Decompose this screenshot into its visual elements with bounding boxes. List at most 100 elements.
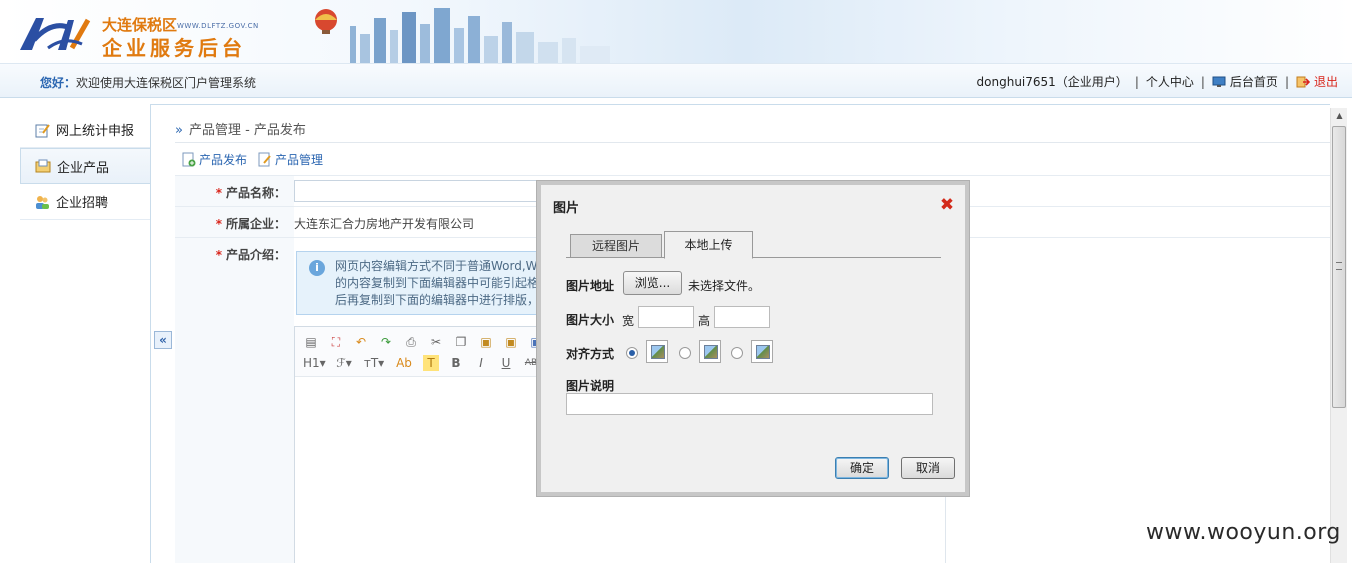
align-center-image-icon [699, 340, 721, 363]
dialog-tabs: 远程图片 本地上传 [566, 230, 941, 259]
people-icon [36, 195, 49, 209]
scroll-thumb[interactable] [1332, 126, 1346, 408]
add-page-icon [182, 152, 196, 167]
sidebar-item-label: 企业产品 [57, 160, 110, 176]
height-input[interactable] [714, 306, 770, 328]
manage-product-label: 产品管理 [275, 153, 324, 167]
font-family-dropdown[interactable]: ℱ▾ [334, 355, 354, 371]
dialog-title: 图片 [553, 201, 580, 216]
breadcrumb-arrow-icon: » [175, 123, 183, 138]
cancel-button[interactable]: 取消 [901, 457, 955, 479]
heading-dropdown[interactable]: H1▾ [303, 355, 326, 371]
tip-line: 后再复制到下面的编辑器中进行排版，若 [335, 293, 551, 307]
separator: | [1200, 74, 1205, 89]
align-label: 对齐方式 [566, 347, 615, 361]
edit-report-icon [35, 123, 50, 137]
browse-button[interactable]: 浏览... [623, 271, 682, 295]
product-name-label: * 产品名称： [175, 176, 294, 206]
welcome-bar: 您好：欢迎使用大连保税区门户管理系统 donghui7651（企业用户） | 个… [0, 64, 1352, 98]
bold-button[interactable]: B [448, 355, 464, 371]
manage-product-link[interactable]: 产品管理 [257, 151, 323, 168]
width-input[interactable] [638, 306, 694, 328]
user-menu: donghui7651（企业用户） | 个人中心 | 后台首页 | 退出 [977, 73, 1338, 90]
image-desc-input[interactable] [566, 393, 933, 415]
align-right-radio[interactable] [731, 347, 743, 359]
required-mark: * [215, 186, 222, 200]
cut-icon[interactable]: ✂ [428, 334, 444, 350]
username-label: donghui7651（企业用户） [976, 75, 1128, 89]
image-desc-label: 图片说明 [566, 379, 615, 393]
logout-link[interactable]: 退出 [1314, 73, 1338, 90]
page-scrollbar[interactable]: ▲ [1330, 108, 1347, 563]
logo-title-backend: 企业服务后台 [102, 36, 246, 60]
scroll-grip [1336, 262, 1342, 270]
font-size-dropdown[interactable]: тT▾ [363, 355, 385, 371]
sidebar: 网上统计申报 企业产品 企业招聘 [20, 112, 151, 220]
height-label: 高 [698, 314, 711, 328]
italic-button[interactable]: I [473, 355, 489, 371]
fullscreen-icon[interactable]: ⛶ [328, 334, 344, 350]
image-dialog: 图片 ✖ 远程图片 本地上传 图片地址 浏览... 未选择文件。 图片大小 宽 … [537, 181, 969, 496]
company-label-text: 所属企业： [225, 217, 286, 231]
required-mark: * [215, 217, 222, 231]
dlftz-logo-icon [20, 18, 91, 50]
welcome-message: 您好：欢迎使用大连保税区门户管理系统 [40, 74, 256, 91]
watermark: www.wooyun.org [1146, 520, 1341, 545]
breadcrumb: » 产品管理 - 产品发布 [175, 119, 306, 138]
info-icon: i [309, 260, 325, 276]
editor-tip-box: i 网页内容编辑方式不同于普通Word,Wp 的内容复制到下面编辑器中可能引起格… [296, 251, 551, 315]
tab-remote-image[interactable]: 远程图片 [570, 234, 662, 258]
action-links: 产品发布 产品管理 [181, 151, 323, 168]
publish-product-label: 产品发布 [199, 153, 248, 167]
tip-line: 网页内容编辑方式不同于普通Word,Wp [335, 259, 546, 273]
divider [175, 142, 1330, 143]
intro-label: * 产品介绍： [175, 238, 294, 563]
paste-icon[interactable]: ▣ [478, 334, 494, 350]
separator: | [1284, 74, 1289, 89]
publish-product-link[interactable]: 产品发布 [181, 151, 247, 168]
separator: | [1134, 74, 1139, 89]
product-folder-icon [35, 159, 51, 173]
city-skyline-image [315, 8, 610, 63]
company-label: * 所属企业： [175, 207, 294, 237]
print-icon[interactable]: ⎙ [403, 334, 419, 350]
breadcrumb-text: 产品管理 - 产品发布 [188, 123, 306, 138]
logout-icon [1296, 76, 1310, 87]
monitor-icon [1212, 76, 1226, 87]
sidebar-item-stat-report[interactable]: 网上统计申报 [20, 112, 151, 148]
underline-button[interactable]: U [498, 355, 514, 371]
align-left-radio[interactable] [626, 347, 638, 359]
greet-hello: 您好： [40, 76, 77, 90]
align-left-image-icon [646, 340, 668, 363]
no-file-text: 未选择文件。 [688, 279, 761, 293]
scroll-up-arrow-icon[interactable]: ▲ [1331, 108, 1348, 124]
align-center-radio[interactable] [679, 347, 691, 359]
align-right-image-icon [751, 340, 773, 363]
paste-text-icon[interactable]: ▣ [503, 334, 519, 350]
close-icon[interactable]: ✖ [939, 197, 955, 214]
tip-line: 的内容复制到下面编辑器中可能引起格式 [335, 276, 551, 290]
copy-icon[interactable]: ❐ [453, 334, 469, 350]
source-icon[interactable]: ▤ [303, 334, 319, 350]
header-banner: 大连保税区 WWW.DLFTZ.GOV.CN 企业服务后台 [0, 0, 1352, 64]
sidebar-item-label: 网上统计申报 [56, 124, 135, 139]
tab-local-upload[interactable]: 本地上传 [664, 231, 753, 259]
edit-page-icon [258, 152, 271, 167]
undo-icon[interactable]: ↶ [353, 334, 369, 350]
sidebar-item-products[interactable]: 企业产品 [20, 148, 151, 184]
backend-home-link[interactable]: 后台首页 [1230, 73, 1278, 90]
image-size-label: 图片大小 [566, 313, 615, 327]
confirm-button[interactable]: 确定 [835, 457, 889, 479]
redo-icon[interactable]: ↷ [378, 334, 394, 350]
font-color-button[interactable]: Ab [394, 355, 414, 371]
width-label: 宽 [622, 314, 635, 328]
greet-text: 欢迎使用大连保税区门户管理系统 [76, 76, 257, 90]
personal-center-link[interactable]: 个人中心 [1146, 73, 1194, 90]
intro-label-text: 产品介绍： [225, 248, 286, 262]
highlight-button[interactable]: T [423, 354, 439, 371]
sidebar-item-label: 企业招聘 [56, 196, 109, 211]
sidebar-item-recruitment[interactable]: 企业招聘 [20, 184, 151, 220]
product-name-label-text: 产品名称： [225, 186, 286, 200]
required-mark: * [215, 248, 222, 262]
logo-url: WWW.DLFTZ.GOV.CN [177, 22, 259, 30]
